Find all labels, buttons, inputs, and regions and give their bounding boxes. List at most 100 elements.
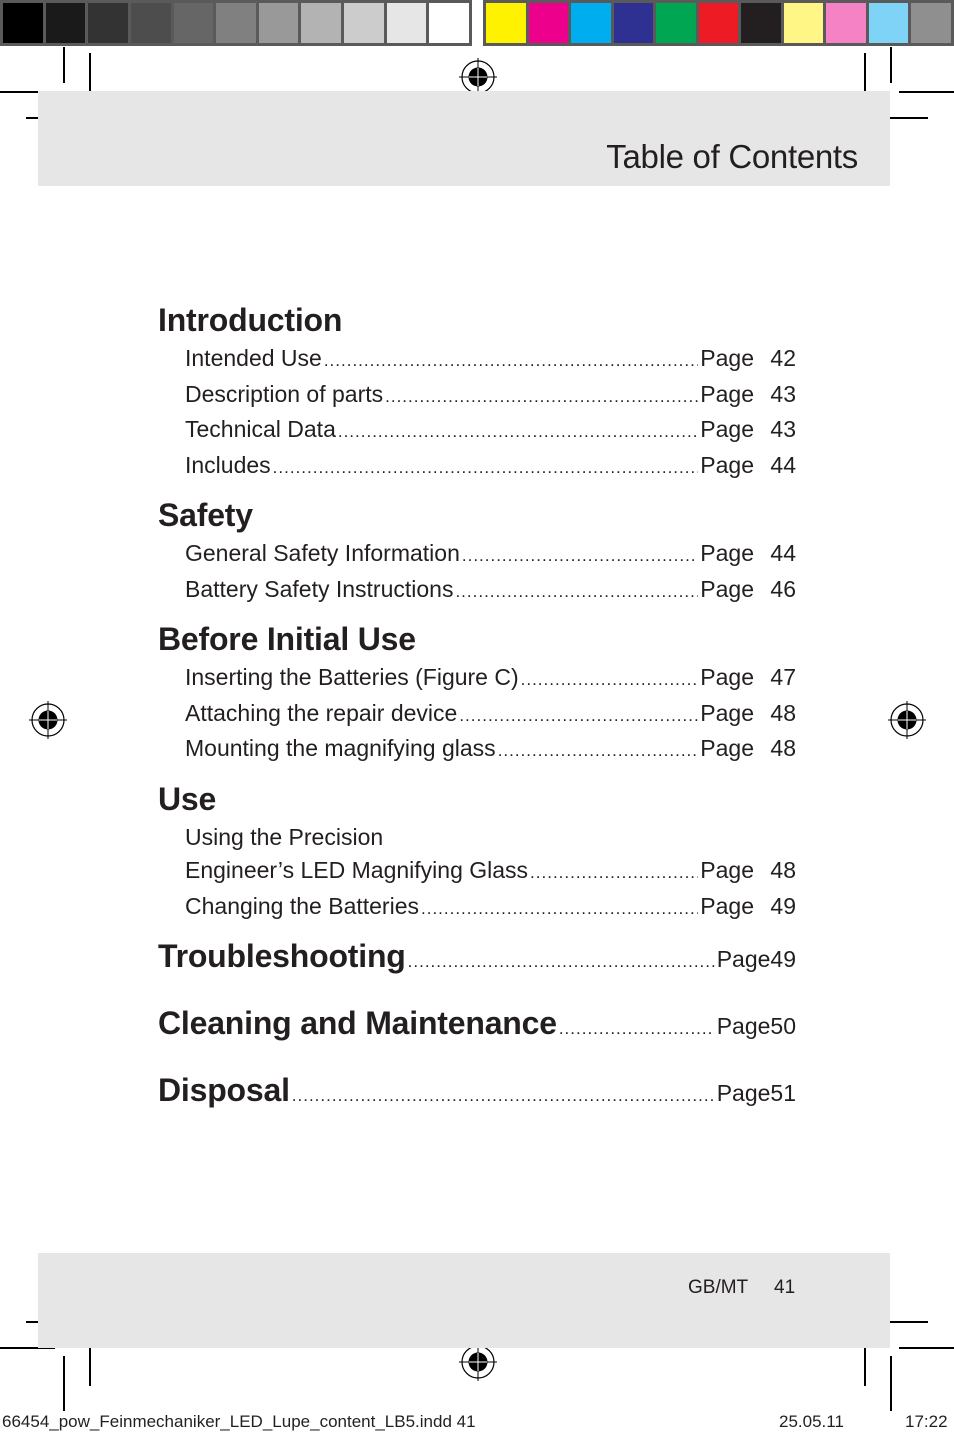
toc-entry-label: Using the Precision <box>185 823 384 850</box>
color-swatch <box>656 3 696 43</box>
toc-section-title[interactable]: Introduction <box>158 298 796 342</box>
dot-leader <box>455 575 698 609</box>
toc-top-level-entry[interactable]: Disposal Page51 <box>158 1068 796 1135</box>
page-label: Page <box>700 575 754 602</box>
dot-leader <box>498 734 699 768</box>
toc-entry[interactable]: Engineer’s LED Magnifying Glass Page 48 <box>158 854 796 890</box>
toc-entry[interactable]: Technical Data Page 43 <box>158 413 796 449</box>
page-label: Page <box>716 1080 771 1106</box>
toc-entry[interactable]: Battery Safety Instructions Page 46 <box>158 573 796 609</box>
toc-entry-label: Changing the Batteries <box>185 892 419 919</box>
registration-mark-icon <box>888 701 926 739</box>
dot-leader <box>559 1019 715 1039</box>
grayscale-color-bar <box>0 0 472 46</box>
toc-top-level-entry[interactable]: Cleaning and Maintenance Page50 <box>158 1001 796 1068</box>
page-number: 43 <box>770 416 796 442</box>
color-swatch <box>45 3 86 43</box>
crop-mark <box>899 1347 954 1349</box>
toc-entry-label: Engineer’s LED Magnifying Glass <box>185 857 529 883</box>
page-label: Page <box>700 416 754 442</box>
page-label: Page <box>700 380 754 407</box>
toc-entry[interactable]: Intended Use Page 42 <box>158 342 796 378</box>
color-swatch <box>130 3 171 43</box>
footer-page-number: 41 <box>774 1277 796 1298</box>
toc-section: Use Using the Precision Engineer’s LED Mag… <box>158 777 796 926</box>
page-number: 51 <box>770 1080 796 1106</box>
toc-entry-label: Attaching the repair device <box>185 699 458 726</box>
page-number: 48 <box>770 735 796 761</box>
toc-section: Before Initial Use Inserting the Batterie… <box>158 617 796 768</box>
toc-entry-label: Inserting the Batteries (Figure C) <box>185 664 519 690</box>
color-swatch <box>741 3 781 43</box>
toc-entry[interactable]: Attaching the repair device Page 48 <box>158 697 796 733</box>
page-label: Page <box>700 540 754 566</box>
toc-entry[interactable]: Includes Page 44 <box>158 449 796 485</box>
toc-section: Introduction Intended Use Page 42 Descriptio… <box>158 298 796 484</box>
page-number: 43 <box>770 380 796 407</box>
dot-leader <box>292 1086 715 1106</box>
toc-section: Safety General Safety Information Page 44 Ba… <box>158 493 796 608</box>
dot-leader <box>421 892 698 926</box>
color-swatch <box>301 3 342 43</box>
page-label: Page <box>700 857 754 883</box>
page-number: 47 <box>770 664 796 690</box>
color-swatch <box>258 3 299 43</box>
color-swatch <box>173 3 214 43</box>
color-swatch <box>911 3 952 43</box>
dot-leader <box>338 415 698 449</box>
toc-entry-label: Intended Use <box>185 345 322 371</box>
toc-section-title[interactable]: Use <box>158 777 796 821</box>
toc-entry[interactable]: Inserting the Batteries (Figure C) Page 47 <box>158 661 796 697</box>
page-label: Page <box>716 1013 771 1039</box>
page-number: 48 <box>770 857 796 883</box>
dot-leader <box>521 663 699 697</box>
color-swatch <box>216 3 256 43</box>
crop-mark <box>890 47 892 83</box>
toc-section-title[interactable]: Before Initial Use <box>158 617 796 661</box>
footer-band <box>38 1253 890 1348</box>
color-swatch <box>486 3 526 43</box>
page-label: Page <box>700 664 754 690</box>
slug-filename: 66454_pow_Feinmechaniker_LED_Lupe_conten… <box>2 1412 476 1431</box>
table-of-contents: Introduction Intended Use Page 42 Descriptio… <box>158 298 796 1135</box>
page-label: Page <box>700 735 754 761</box>
toc-section-title: Cleaning and Maintenance <box>158 1005 557 1041</box>
color-swatch <box>88 3 128 43</box>
toc-entry-label: Description of parts <box>185 380 384 407</box>
color-swatch <box>826 3 866 43</box>
slug-date: 25.05.11 <box>779 1412 844 1431</box>
toc-entry-label: General Safety Information <box>185 540 460 566</box>
page-number: 49 <box>770 946 796 972</box>
page-number: 44 <box>770 451 796 478</box>
dot-leader <box>273 451 699 485</box>
page-label: Page <box>700 699 754 726</box>
color-swatch <box>613 3 654 43</box>
registration-mark-icon <box>459 1343 497 1381</box>
crop-mark <box>63 47 65 83</box>
page-label: Page <box>700 345 754 371</box>
toc-entry[interactable]: Mounting the magnifying glass Page 48 <box>158 732 796 768</box>
color-swatch <box>3 3 43 43</box>
page-number: 48 <box>770 699 796 726</box>
color-swatch <box>783 3 824 43</box>
toc-entry-label: Includes <box>185 451 271 478</box>
page-number: 42 <box>770 345 796 371</box>
slug-time: 17:22 <box>905 1412 948 1431</box>
toc-section-title[interactable]: Safety <box>158 493 796 537</box>
toc-entry[interactable]: General Safety Information Page 44 <box>158 537 796 573</box>
page-label: Page <box>716 946 771 972</box>
dot-leader <box>459 699 698 733</box>
page-label: Page <box>700 892 754 919</box>
toc-top-level-entry[interactable]: Troubleshooting Page49 <box>158 934 796 1001</box>
color-swatch <box>868 3 909 43</box>
process-color-bar <box>483 0 954 46</box>
toc-entry[interactable]: Using the Precision <box>158 821 796 855</box>
dot-leader <box>385 380 698 414</box>
page-number: 50 <box>770 1013 796 1039</box>
toc-entry-label: Battery Safety Instructions <box>185 575 454 602</box>
toc-entry[interactable]: Description of parts Page 43 <box>158 378 796 414</box>
color-swatch <box>571 3 611 43</box>
color-swatch <box>344 3 384 43</box>
toc-entry[interactable]: Changing the Batteries Page 49 <box>158 890 796 926</box>
color-swatch <box>386 3 427 43</box>
